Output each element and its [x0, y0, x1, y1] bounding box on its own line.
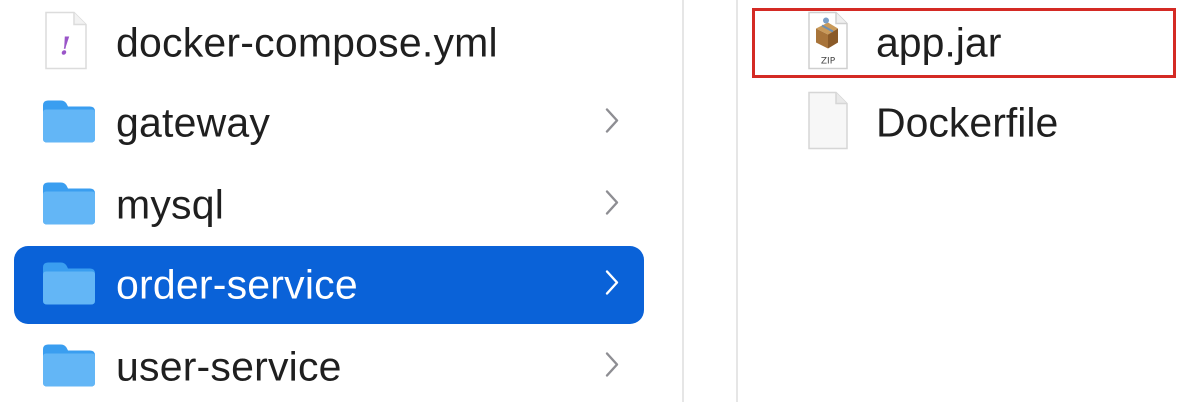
blank-document-icon — [806, 91, 850, 156]
folder-icon — [40, 260, 98, 311]
chevron-right-icon — [604, 107, 620, 140]
list-item-gateway[interactable]: gateway — [14, 84, 644, 162]
column-resize-area — [684, 0, 736, 402]
item-label: order-service — [116, 261, 358, 308]
item-label: mysql — [116, 181, 225, 228]
item-label: docker-compose.yml — [116, 19, 498, 66]
jar-archive-icon: ZIP — [806, 11, 850, 76]
column-order-service-contents[interactable]: ZIP app.jar Dockerfile — [738, 0, 1190, 402]
item-label: gateway — [116, 99, 271, 146]
chevron-right-icon — [604, 351, 620, 384]
zip-badge-text: ZIP — [821, 57, 836, 67]
list-item-mysql[interactable]: mysql — [14, 166, 644, 244]
folder-icon — [40, 342, 98, 393]
item-label: Dockerfile — [876, 99, 1059, 146]
list-item-user-service[interactable]: user-service — [14, 328, 644, 402]
folder-icon — [40, 180, 98, 231]
chevron-right-icon — [604, 269, 620, 302]
finder-window: ! docker-compose.yml gateway mysql order… — [0, 0, 1190, 402]
yaml-file-icon: ! — [40, 11, 92, 76]
column-order-service-parent[interactable]: ! docker-compose.yml gateway mysql order… — [0, 0, 682, 402]
chevron-right-icon — [604, 189, 620, 222]
item-label: app.jar — [876, 19, 1002, 66]
folder-icon — [40, 98, 98, 149]
item-label: user-service — [116, 343, 342, 390]
svg-text:!: ! — [60, 32, 71, 61]
list-item-docker-compose[interactable]: ! docker-compose.yml — [14, 4, 644, 82]
list-item-app-jar[interactable]: ZIP app.jar — [738, 3, 1190, 83]
list-item-dockerfile[interactable]: Dockerfile — [738, 83, 1190, 163]
list-item-order-service[interactable]: order-service — [14, 246, 644, 324]
